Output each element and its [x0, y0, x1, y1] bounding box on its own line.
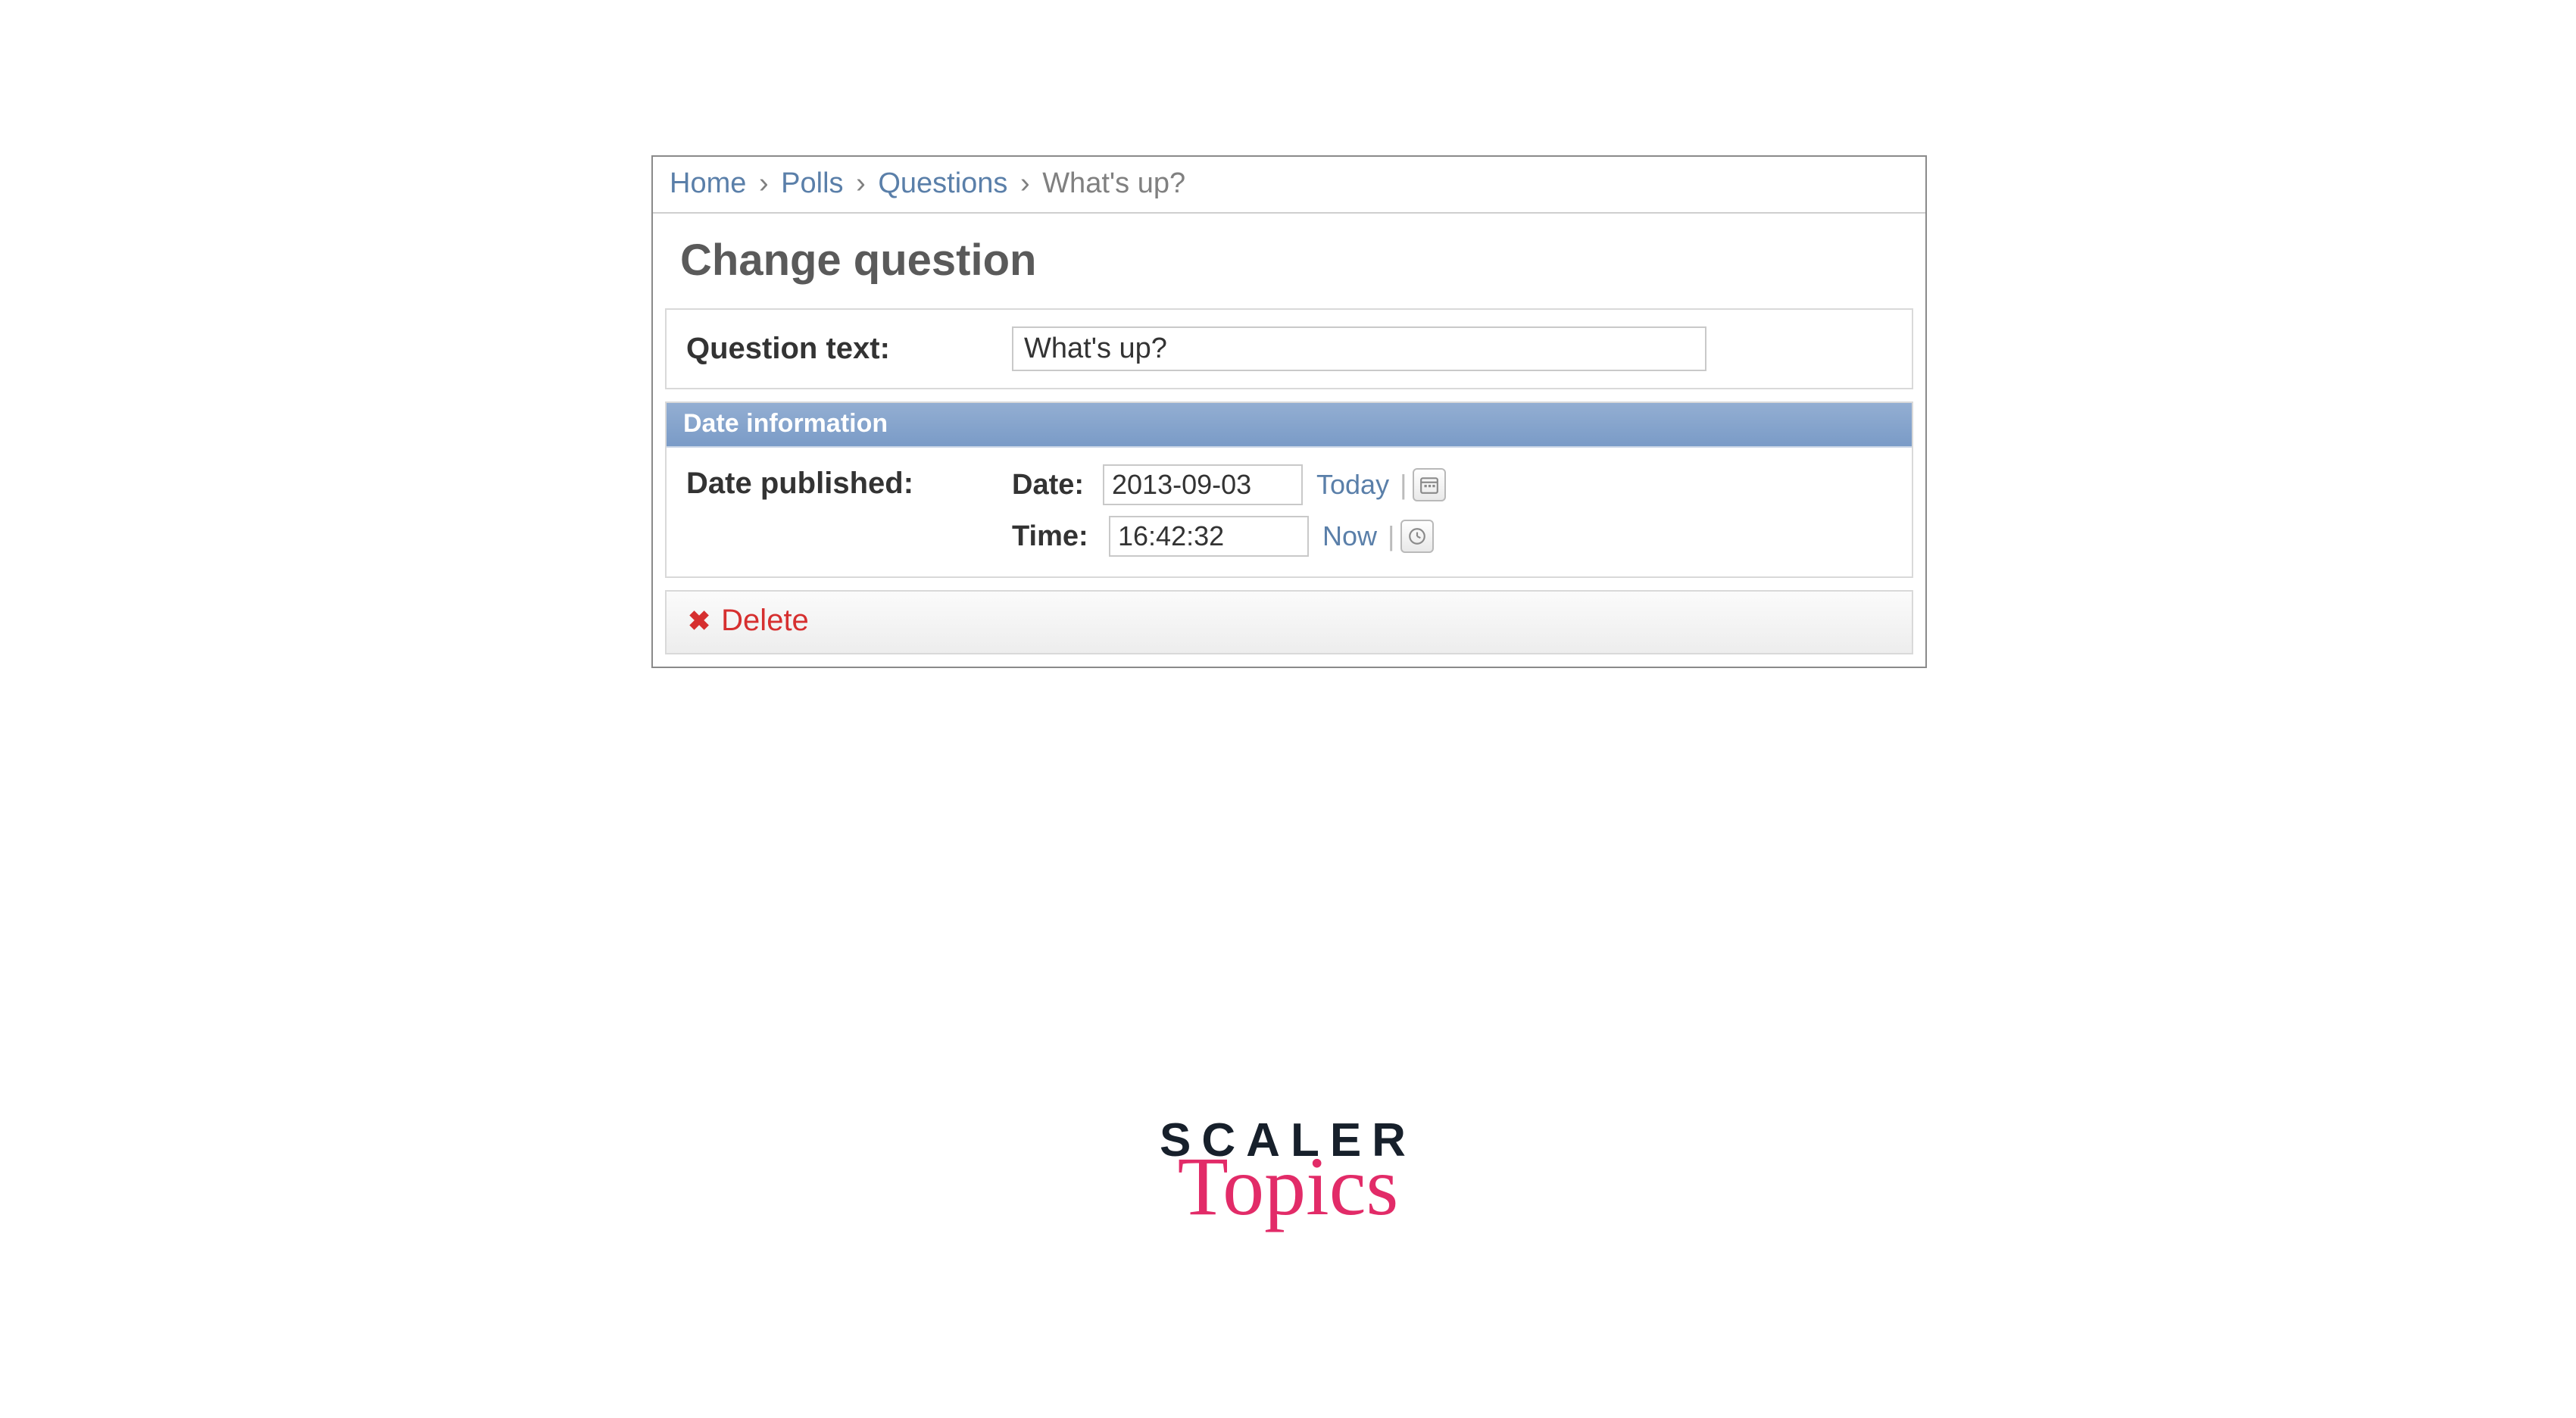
breadcrumb-questions-link[interactable]: Questions [878, 167, 1007, 199]
breadcrumb-separator: › [754, 167, 773, 199]
fieldset-title: Date information [667, 403, 1912, 448]
today-link[interactable]: Today [1316, 469, 1389, 501]
delete-label: Delete [721, 604, 809, 638]
question-text-module: Question text: [665, 308, 1913, 389]
breadcrumb-polls-link[interactable]: Polls [781, 167, 843, 199]
submit-row: ✖ Delete [665, 590, 1913, 654]
brand-bottom-text: Topics [1160, 1145, 1416, 1228]
delete-button[interactable]: ✖ Delete [688, 604, 809, 638]
breadcrumb-home-link[interactable]: Home [670, 167, 746, 199]
breadcrumb-separator: › [1016, 167, 1035, 199]
now-link[interactable]: Now [1322, 520, 1377, 552]
page-title: Change question [680, 235, 1898, 286]
separator: | [1400, 469, 1407, 501]
separator: | [1388, 520, 1394, 552]
date-sublabel: Date: [1012, 469, 1095, 501]
question-text-label: Question text: [686, 332, 1012, 366]
clock-icon[interactable] [1400, 520, 1434, 553]
date-published-label: Date published: [686, 464, 1012, 557]
admin-panel: Home › Polls › Questions › What's up? Ch… [651, 155, 1927, 668]
delete-icon: ✖ [688, 607, 710, 635]
calendar-icon[interactable] [1413, 468, 1446, 501]
breadcrumb-current: What's up? [1042, 167, 1185, 199]
breadcrumb-separator: › [851, 167, 870, 199]
question-text-input[interactable] [1012, 326, 1706, 371]
date-input[interactable] [1103, 464, 1303, 505]
brand-watermark: SCALER Topics [1160, 1113, 1416, 1228]
time-input[interactable] [1109, 516, 1309, 557]
time-sublabel: Time: [1012, 520, 1101, 553]
breadcrumb: Home › Polls › Questions › What's up? [653, 157, 1925, 214]
date-information-module: Date information Date published: Date: T… [665, 401, 1913, 578]
